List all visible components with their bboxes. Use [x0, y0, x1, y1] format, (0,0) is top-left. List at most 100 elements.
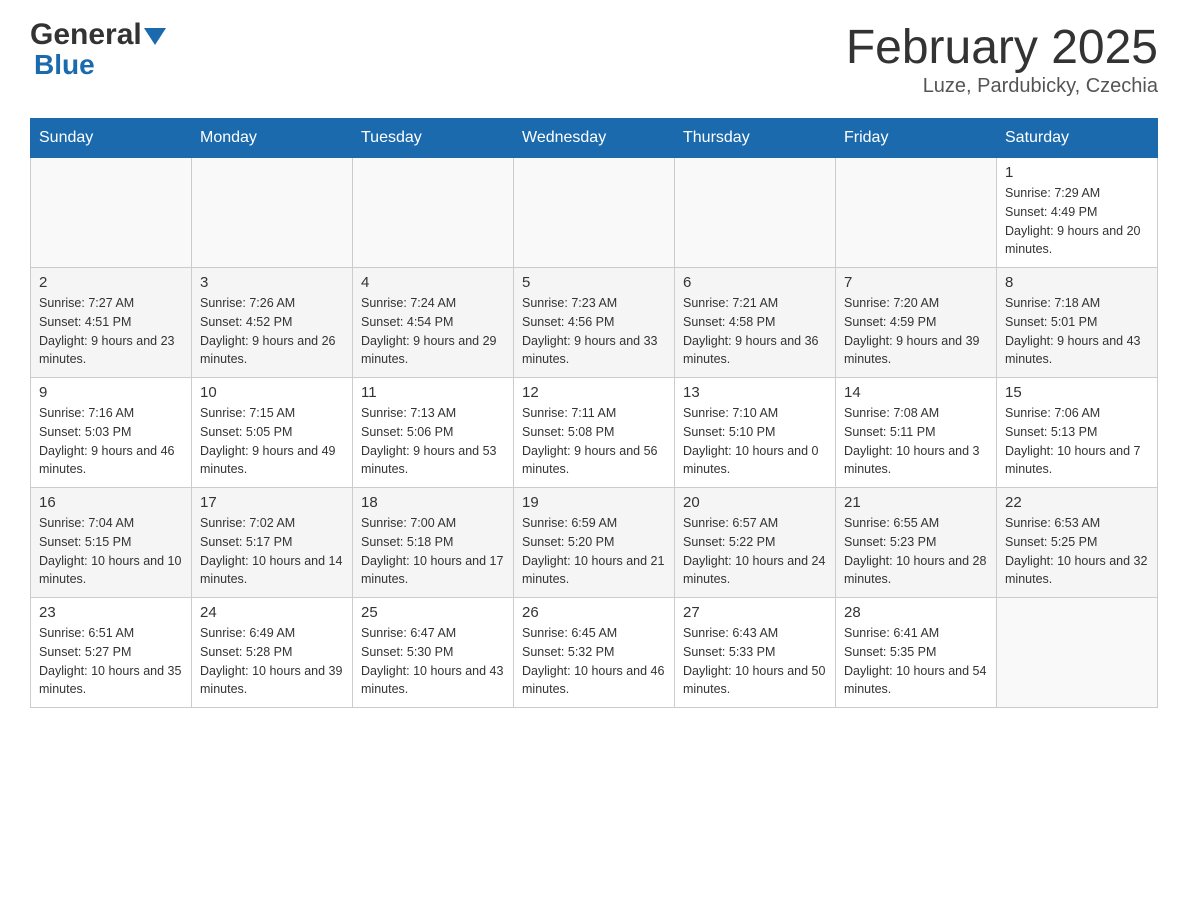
calendar-week-row: 23Sunrise: 6:51 AM Sunset: 5:27 PM Dayli… — [31, 598, 1158, 708]
day-number: 3 — [200, 274, 344, 291]
day-number: 18 — [361, 494, 505, 511]
day-number: 10 — [200, 384, 344, 401]
calendar-week-row: 1 Sunrise: 7:29 AM Sunset: 4:49 PM Daylig… — [31, 158, 1158, 268]
day-of-week-header: Tuesday — [353, 119, 514, 158]
day-number: 22 — [1005, 494, 1149, 511]
day-info: Sunrise: 6:43 AM Sunset: 5:33 PM Dayligh… — [683, 624, 827, 699]
calendar-day-cell: 3 Sunrise: 7:26 AM Sunset: 4:52 PM Daylig… — [192, 268, 353, 378]
logo: General Blue — [30, 20, 168, 81]
calendar-table: SundayMondayTuesdayWednesdayThursdayFrid… — [30, 118, 1158, 708]
title-section: February 2025 Luze, Pardubicky, Czechia — [846, 20, 1158, 98]
calendar-day-cell: 8Sunrise: 7:18 AM Sunset: 5:01 PM Daylig… — [997, 268, 1158, 378]
day-number: 13 — [683, 384, 827, 401]
day-info: Sunrise: 7:20 AM Sunset: 4:59 PM Dayligh… — [844, 294, 988, 369]
logo-blue-text: Blue — [34, 49, 95, 80]
day-number: 7 — [844, 274, 988, 291]
day-info: Sunrise: 7:00 AM Sunset: 5:18 PM Dayligh… — [361, 514, 505, 589]
day-info: Sunrise: 7:06 AM Sunset: 5:13 PM Dayligh… — [1005, 404, 1149, 479]
day-number: 27 — [683, 604, 827, 621]
day-number: 15 — [1005, 384, 1149, 401]
day-number: 12 — [522, 384, 666, 401]
calendar-day-cell: 19Sunrise: 6:59 AM Sunset: 5:20 PM Dayli… — [514, 488, 675, 598]
day-number: 11 — [361, 384, 505, 401]
calendar-day-cell: 5 Sunrise: 7:23 AM Sunset: 4:56 PM Daylig… — [514, 268, 675, 378]
day-of-week-header: Friday — [836, 119, 997, 158]
calendar-week-row: 16 Sunrise: 7:04 AM Sunset: 5:15 PM Dayli… — [31, 488, 1158, 598]
calendar-day-cell: 2Sunrise: 7:27 AM Sunset: 4:51 PM Daylig… — [31, 268, 192, 378]
day-info: Sunrise: 6:57 AM Sunset: 5:22 PM Dayligh… — [683, 514, 827, 589]
day-number: 28 — [844, 604, 988, 621]
day-number: 1 — [1005, 164, 1149, 181]
day-number: 21 — [844, 494, 988, 511]
day-number: 2 — [39, 274, 183, 291]
day-number: 16 — [39, 494, 183, 511]
day-of-week-header: Wednesday — [514, 119, 675, 158]
calendar-day-cell: 10 Sunrise: 7:15 AM Sunset: 5:05 PM Dayli… — [192, 378, 353, 488]
day-info: Sunrise: 7:23 AM Sunset: 4:56 PM Dayligh… — [522, 294, 666, 369]
calendar-day-cell: 15 Sunrise: 7:06 AM Sunset: 5:13 PM Dayli… — [997, 378, 1158, 488]
day-info: Sunrise: 6:55 AM Sunset: 5:23 PM Dayligh… — [844, 514, 988, 589]
calendar-day-cell — [836, 158, 997, 268]
calendar-body: 1 Sunrise: 7:29 AM Sunset: 4:49 PM Daylig… — [31, 158, 1158, 708]
day-number: 6 — [683, 274, 827, 291]
calendar-day-cell: 24Sunrise: 6:49 AM Sunset: 5:28 PM Dayli… — [192, 598, 353, 708]
day-number: 4 — [361, 274, 505, 291]
calendar-day-cell: 27 Sunrise: 6:43 AM Sunset: 5:33 PM Dayli… — [675, 598, 836, 708]
day-info: Sunrise: 6:47 AM Sunset: 5:30 PM Dayligh… — [361, 624, 505, 699]
day-number: 26 — [522, 604, 666, 621]
calendar-day-cell: 11 Sunrise: 7:13 AM Sunset: 5:06 PM Dayli… — [353, 378, 514, 488]
day-info: Sunrise: 7:15 AM Sunset: 5:05 PM Dayligh… — [200, 404, 344, 479]
calendar-day-cell — [31, 158, 192, 268]
calendar-day-cell: 17 Sunrise: 7:02 AM Sunset: 5:17 PM Dayli… — [192, 488, 353, 598]
day-number: 9 — [39, 384, 183, 401]
calendar-day-cell: 4 Sunrise: 7:24 AM Sunset: 4:54 PM Daylig… — [353, 268, 514, 378]
calendar-day-cell: 20 Sunrise: 6:57 AM Sunset: 5:22 PM Dayli… — [675, 488, 836, 598]
calendar-day-cell: 22 Sunrise: 6:53 AM Sunset: 5:25 PM Dayli… — [997, 488, 1158, 598]
days-of-week-row: SundayMondayTuesdayWednesdayThursdayFrid… — [31, 119, 1158, 158]
day-info: Sunrise: 6:53 AM Sunset: 5:25 PM Dayligh… — [1005, 514, 1149, 589]
calendar-day-cell — [353, 158, 514, 268]
day-info: Sunrise: 7:02 AM Sunset: 5:17 PM Dayligh… — [200, 514, 344, 589]
calendar-day-cell: 21 Sunrise: 6:55 AM Sunset: 5:23 PM Dayli… — [836, 488, 997, 598]
day-info: Sunrise: 6:45 AM Sunset: 5:32 PM Dayligh… — [522, 624, 666, 699]
day-of-week-header: Sunday — [31, 119, 192, 158]
calendar-day-cell: 16 Sunrise: 7:04 AM Sunset: 5:15 PM Dayli… — [31, 488, 192, 598]
day-info: Sunrise: 7:11 AM Sunset: 5:08 PM Dayligh… — [522, 404, 666, 479]
calendar-day-cell: 25 Sunrise: 6:47 AM Sunset: 5:30 PM Dayli… — [353, 598, 514, 708]
calendar-day-cell — [997, 598, 1158, 708]
month-title: February 2025 — [846, 20, 1158, 75]
calendar-day-cell: 28 Sunrise: 6:41 AM Sunset: 5:35 PM Dayli… — [836, 598, 997, 708]
calendar-day-cell: 6 Sunrise: 7:21 AM Sunset: 4:58 PM Daylig… — [675, 268, 836, 378]
day-info: Sunrise: 7:13 AM Sunset: 5:06 PM Dayligh… — [361, 404, 505, 479]
calendar-day-cell: 7 Sunrise: 7:20 AM Sunset: 4:59 PM Daylig… — [836, 268, 997, 378]
calendar-week-row: 2Sunrise: 7:27 AM Sunset: 4:51 PM Daylig… — [31, 268, 1158, 378]
day-info: Sunrise: 7:26 AM Sunset: 4:52 PM Dayligh… — [200, 294, 344, 369]
day-of-week-header: Saturday — [997, 119, 1158, 158]
calendar-header: SundayMondayTuesdayWednesdayThursdayFrid… — [31, 119, 1158, 158]
day-info: Sunrise: 7:10 AM Sunset: 5:10 PM Dayligh… — [683, 404, 827, 479]
day-number: 5 — [522, 274, 666, 291]
calendar-day-cell: 18 Sunrise: 7:00 AM Sunset: 5:18 PM Dayli… — [353, 488, 514, 598]
logo-triangle-icon — [144, 28, 166, 45]
calendar-day-cell — [192, 158, 353, 268]
day-number: 25 — [361, 604, 505, 621]
calendar-day-cell — [514, 158, 675, 268]
calendar-day-cell: 26 Sunrise: 6:45 AM Sunset: 5:32 PM Dayli… — [514, 598, 675, 708]
day-number: 20 — [683, 494, 827, 511]
day-info: Sunrise: 7:04 AM Sunset: 5:15 PM Dayligh… — [39, 514, 183, 589]
day-number: 24 — [200, 604, 344, 621]
location-text: Luze, Pardubicky, Czechia — [846, 75, 1158, 98]
day-info: Sunrise: 7:24 AM Sunset: 4:54 PM Dayligh… — [361, 294, 505, 369]
day-info: Sunrise: 7:21 AM Sunset: 4:58 PM Dayligh… — [683, 294, 827, 369]
calendar-day-cell: 12 Sunrise: 7:11 AM Sunset: 5:08 PM Dayli… — [514, 378, 675, 488]
logo-general-text: General — [30, 20, 142, 50]
day-info: Sunrise: 6:51 AM Sunset: 5:27 PM Dayligh… — [39, 624, 183, 699]
day-info: Sunrise: 7:08 AM Sunset: 5:11 PM Dayligh… — [844, 404, 988, 479]
day-of-week-header: Thursday — [675, 119, 836, 158]
page-header: General Blue February 2025 Luze, Pardubi… — [30, 20, 1158, 98]
day-info: Sunrise: 6:41 AM Sunset: 5:35 PM Dayligh… — [844, 624, 988, 699]
day-number: 17 — [200, 494, 344, 511]
calendar-day-cell: 14Sunrise: 7:08 AM Sunset: 5:11 PM Dayli… — [836, 378, 997, 488]
day-info: Sunrise: 7:29 AM Sunset: 4:49 PM Dayligh… — [1005, 184, 1149, 259]
day-of-week-header: Monday — [192, 119, 353, 158]
